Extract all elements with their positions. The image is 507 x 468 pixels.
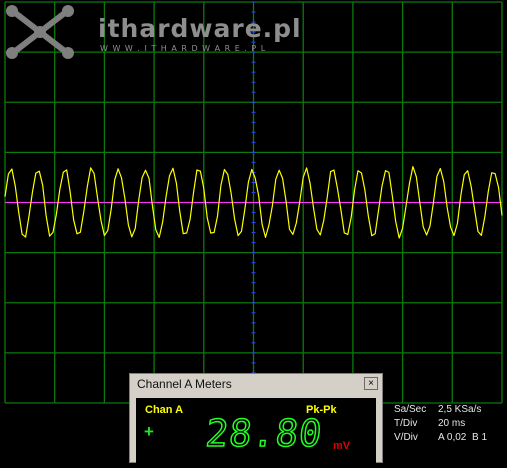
meter-unit: mV (333, 440, 351, 452)
meter-reading: 28.80 (203, 411, 325, 456)
logo-title: ITHARDWARE.PL (98, 14, 302, 43)
info-value-2: B 1 (472, 432, 488, 443)
channel-a-meters-window[interactable]: Channel A Meters × Chan A Pk-Pk + 28.80 … (129, 373, 383, 468)
add-meter-button[interactable]: + (144, 423, 158, 440)
logo-x-icon (6, 5, 74, 59)
info-value: A 0,02 (438, 432, 467, 443)
ithardware-logo: ITHARDWARE.PL W W W . I T H A R D W A R … (0, 0, 320, 62)
meters-titlebar[interactable]: Channel A Meters × (130, 374, 382, 394)
info-row-time-div: T/Div 20 ms (394, 418, 507, 432)
info-key: Sa/Sec (394, 404, 427, 415)
info-row-volt-div: V/Div A 0,02 B 1 (394, 432, 507, 446)
meters-window-title: Channel A Meters (137, 377, 232, 391)
acquisition-info: Sa/Sec 2,5 KSa/s T/Div 20 ms V/Div A 0,0… (394, 404, 507, 446)
info-key: T/Div (394, 418, 418, 429)
info-row-sample-rate: Sa/Sec 2,5 KSa/s (394, 404, 507, 418)
close-button[interactable]: × (364, 377, 378, 390)
info-key: V/Div (394, 432, 418, 443)
info-value: 20 ms (438, 418, 466, 429)
info-value: 2,5 KSa/s (438, 404, 482, 415)
meter-panel: Chan A Pk-Pk + 28.80 mV (136, 398, 376, 468)
logo-url: W W W . I T H A R D W A R E . P L (100, 44, 267, 53)
